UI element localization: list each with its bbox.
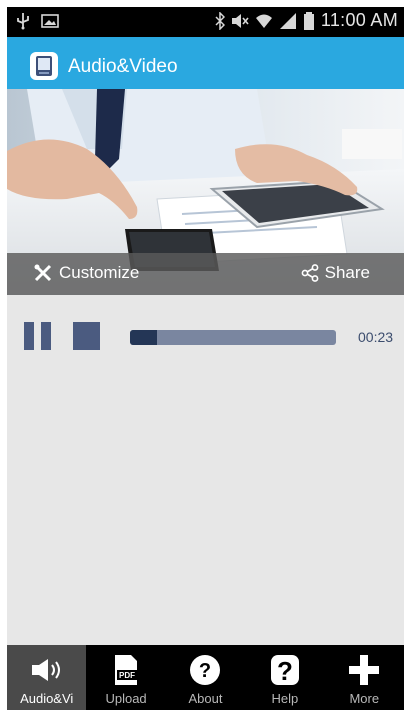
signal-icon xyxy=(279,12,296,29)
nav-label-about: About xyxy=(188,691,223,706)
plus-icon xyxy=(349,655,380,685)
phone-screen: 11:00 AM Audio&Video Customize Share 00:… xyxy=(7,7,404,710)
status-time: 11:00 AM xyxy=(320,10,398,30)
battery-icon xyxy=(303,11,314,30)
svg-text:?: ? xyxy=(199,660,211,682)
playback-progress-fill xyxy=(130,330,157,345)
share-icon xyxy=(301,264,319,282)
mute-icon xyxy=(231,13,249,28)
playback-progress-bar[interactable] xyxy=(130,330,336,345)
svg-text:?: ? xyxy=(277,656,293,686)
nav-help[interactable]: ? Help xyxy=(245,645,324,710)
status-bar: 11:00 AM xyxy=(7,7,404,37)
nav-about[interactable]: ? About xyxy=(166,645,245,710)
image-icon xyxy=(41,14,59,28)
nav-audio-video[interactable]: Audio&Vi xyxy=(7,645,87,710)
app-bar xyxy=(7,37,404,89)
usb-icon xyxy=(17,13,29,30)
speaker-icon xyxy=(31,659,60,681)
share-label: Share xyxy=(324,263,370,282)
pause-button[interactable] xyxy=(24,322,52,350)
nav-label-audio-video: Audio&Vi xyxy=(20,691,74,706)
tools-icon xyxy=(34,264,52,282)
customize-label: Customize xyxy=(59,263,140,282)
bluetooth-icon xyxy=(215,11,225,30)
nav-label-upload: Upload xyxy=(105,691,147,706)
app-title: Audio&Video xyxy=(68,56,178,77)
pause-icon xyxy=(24,322,34,350)
nav-label-help: Help xyxy=(271,691,299,706)
customize-button[interactable]: Customize xyxy=(33,263,139,283)
stop-button[interactable] xyxy=(73,322,100,350)
pdf-badge-text: PDF xyxy=(119,671,135,680)
playback-time: 00:23 xyxy=(358,329,394,345)
nav-label-more: More xyxy=(349,691,380,706)
question-circle-icon: ? xyxy=(190,655,221,685)
audio-document-icon[interactable] xyxy=(29,51,59,81)
bottom-navigation: Audio&Vi PDF Upload ? About ? Help More xyxy=(7,645,404,710)
share-button[interactable]: Share xyxy=(301,263,370,283)
question-box-icon: ? xyxy=(270,655,299,686)
wifi-icon xyxy=(255,14,272,28)
nav-more[interactable]: More xyxy=(325,645,404,710)
nav-upload[interactable]: PDF Upload xyxy=(86,645,165,710)
pdf-icon: PDF xyxy=(115,655,138,685)
